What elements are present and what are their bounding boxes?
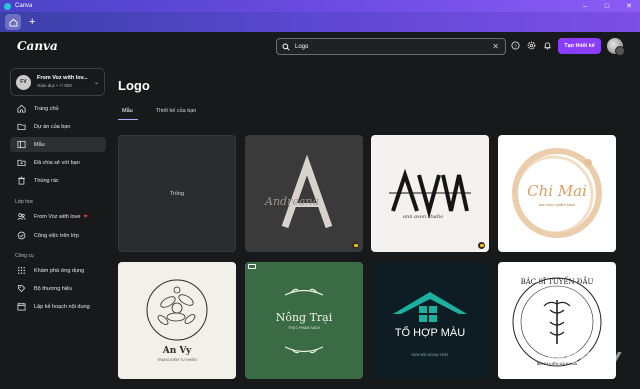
tab-strip: + bbox=[0, 12, 640, 32]
brand-icon bbox=[16, 283, 27, 294]
search-value[interactable]: Logo bbox=[295, 44, 492, 50]
sidebar-item-brand[interactable]: Bộ thương hiệu bbox=[10, 281, 106, 296]
premium-crown-icon bbox=[478, 242, 485, 249]
template-card-chi-mai[interactable]: Chi Mai bán thực phẩm sạch bbox=[498, 135, 616, 252]
andreana-logo-art bbox=[281, 154, 333, 229]
window-controls: – □ ✕ bbox=[574, 0, 640, 12]
folder-icon bbox=[16, 121, 27, 132]
canva-app: Canva – □ ✕ + Canva Logo ✕ ? Tạo thiết k… bbox=[0, 0, 640, 389]
to-hop-mau-title: TỔ HỢP MÀU bbox=[394, 327, 466, 339]
window-title: Canva bbox=[15, 3, 33, 9]
bac-si-title: BÁC SĨ TUYẾN ĐẦU bbox=[520, 278, 594, 286]
team-name: From Voz with lov... bbox=[37, 75, 88, 81]
minimize-icon[interactable]: – bbox=[574, 0, 596, 12]
user-avatar[interactable] bbox=[607, 38, 625, 56]
sidebar: FV From Voz with lov... Giáo dục • ⚇ 820… bbox=[0, 60, 112, 389]
watermark: Webuy bbox=[545, 344, 621, 368]
calendar-icon bbox=[16, 301, 27, 312]
maximize-icon[interactable]: □ bbox=[596, 0, 618, 12]
an-vy-subtitle: TRANG ĐIỂM TỰ NHIÊN bbox=[157, 358, 197, 362]
chi-mai-title: Chi Mai bbox=[527, 182, 587, 200]
close-window-icon[interactable]: ✕ bbox=[618, 0, 640, 12]
to-hop-mau-subtitle: SƠN NỘI NGOẠI THẤT bbox=[411, 353, 449, 357]
clear-search-icon[interactable]: ✕ bbox=[492, 42, 499, 51]
apps-icon bbox=[16, 265, 27, 276]
main-content: Logo Mẫu Thiết kế của bạn Trống Andreana bbox=[112, 60, 640, 389]
premium-crown-icon bbox=[352, 242, 359, 249]
template-card-ann-avon[interactable]: ann avon studio bbox=[371, 135, 489, 252]
heart-icon: ❤ bbox=[83, 213, 88, 220]
svg-text:?: ? bbox=[514, 43, 517, 49]
sidebar-item-shared[interactable]: Đã chia sẻ với bạn bbox=[10, 155, 106, 170]
home-tab[interactable] bbox=[5, 14, 21, 30]
sidebar-item-planner[interactable]: Lập kế hoạch nội dung bbox=[10, 299, 106, 314]
content-tabs: Mẫu Thiết kế của bạn bbox=[118, 108, 215, 120]
tab-templates[interactable]: Mẫu bbox=[118, 108, 138, 120]
template-card-andreana[interactable]: Andreana bbox=[245, 135, 363, 252]
search-input[interactable]: Logo ✕ bbox=[276, 38, 506, 55]
create-design-button[interactable]: Tạo thiết kế bbox=[558, 38, 601, 54]
new-tab-icon[interactable]: + bbox=[29, 16, 35, 28]
sidebar-item-projects[interactable]: Dự án của bạn bbox=[10, 119, 106, 134]
page-title: Logo bbox=[118, 78, 150, 93]
section-label-class: Lớp học bbox=[15, 199, 34, 205]
roof-logo-art bbox=[393, 292, 467, 322]
sidebar-item-apps[interactable]: Khám phá ứng dụng bbox=[10, 263, 106, 278]
sidebar-item-class-team[interactable]: From Voz with love ❤ bbox=[10, 209, 106, 224]
canva-logo[interactable]: Canva bbox=[17, 39, 58, 53]
home-tab-icon bbox=[8, 18, 18, 27]
sidebar-item-home[interactable]: Trang chủ bbox=[10, 101, 106, 116]
window-titlebar: Canva – □ ✕ bbox=[0, 0, 640, 12]
chi-mai-subtitle: bán thực phẩm sạch bbox=[538, 202, 576, 207]
people-icon bbox=[16, 211, 27, 222]
an-vy-title: An Vy bbox=[162, 346, 192, 356]
sidebar-item-templates[interactable]: Mẫu bbox=[10, 137, 106, 152]
team-switcher[interactable]: FV From Voz with lov... Giáo dục • ⚇ 820… bbox=[10, 68, 105, 96]
home-icon bbox=[16, 103, 27, 114]
ann-avon-caption: ann avon studio bbox=[403, 214, 444, 220]
trash-icon bbox=[16, 175, 27, 186]
header-icons: ? bbox=[510, 40, 553, 51]
andreana-script-text: Andreana bbox=[265, 195, 320, 208]
canva-app-icon bbox=[4, 2, 11, 10]
help-icon[interactable]: ? bbox=[510, 40, 521, 51]
nong-trai-title: Nông Trại bbox=[275, 311, 333, 324]
aaw-logo-art bbox=[389, 168, 471, 219]
tab-your-designs[interactable]: Thiết kế của bạn bbox=[152, 108, 202, 120]
video-template-icon bbox=[248, 264, 256, 269]
section-label-tools: Công cụ bbox=[15, 253, 34, 259]
blank-card-label: Trống bbox=[169, 190, 185, 197]
shared-icon bbox=[16, 157, 27, 168]
sidebar-item-classwork[interactable]: Công việc trên lớp bbox=[10, 228, 106, 243]
template-card-to-hop-mau[interactable]: TỔ HỢP MÀU SƠN NỘI NGOẠI THẤT bbox=[371, 262, 489, 379]
template-card-an-vy[interactable]: An Vy TRANG ĐIỂM TỰ NHIÊN bbox=[118, 262, 236, 379]
team-avatar: FV bbox=[16, 74, 31, 90]
sidebar-item-trash[interactable]: Thùng rác bbox=[10, 173, 106, 188]
blank-design-card[interactable]: Trống bbox=[118, 135, 236, 252]
nong-trai-subtitle: THỰC PHẨM SẠCH bbox=[288, 326, 320, 330]
chevron-down-icon: ⌄ bbox=[93, 79, 99, 86]
search-icon bbox=[282, 42, 290, 51]
templates-icon bbox=[16, 139, 27, 150]
top-header: Canva Logo ✕ ? Tạo thiết kế bbox=[0, 32, 640, 60]
classwork-icon bbox=[16, 230, 27, 241]
notification-bell-icon[interactable] bbox=[542, 40, 553, 51]
team-subtitle: Giáo dục • ⚇ 820 bbox=[37, 83, 72, 88]
template-card-nong-trai[interactable]: Nông Trại THỰC PHẨM SẠCH bbox=[245, 262, 363, 379]
settings-gear-icon[interactable] bbox=[526, 40, 537, 51]
